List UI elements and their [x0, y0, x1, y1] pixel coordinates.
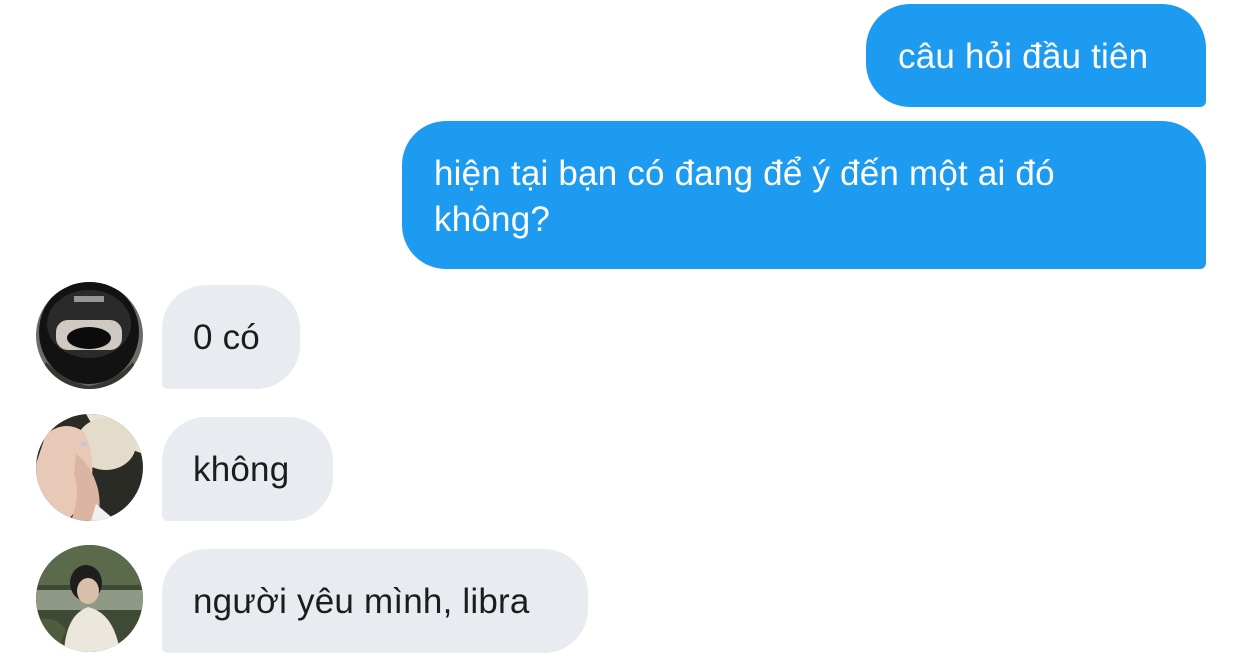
received-message-bubble[interactable]: không: [162, 417, 333, 521]
avatar-outdoor-photo: [36, 545, 143, 652]
avatar[interactable]: [36, 282, 143, 389]
sent-message-bubble[interactable]: câu hỏi đầu tiên: [866, 4, 1206, 107]
avatar[interactable]: [36, 414, 143, 521]
received-message-bubble[interactable]: người yêu mình, libra: [162, 549, 588, 653]
received-message-bubble[interactable]: 0 có: [162, 285, 300, 389]
avatar[interactable]: [36, 545, 143, 652]
sent-message-bubble[interactable]: hiện tại bạn có đang để ý đến một ai đó …: [402, 121, 1206, 269]
chat-thread: câu hỏi đầu tiên hiện tại bạn có đang để…: [0, 0, 1242, 670]
avatar-helmet-photo: [36, 282, 143, 389]
avatar-hands-photo: [36, 414, 143, 521]
